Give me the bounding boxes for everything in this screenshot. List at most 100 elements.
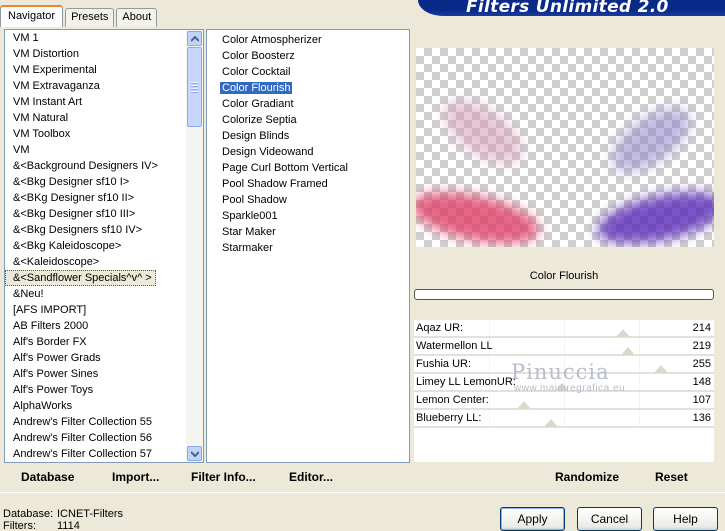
category-item[interactable]: &Neu! — [5, 286, 186, 302]
category-item[interactable]: Alf's Power Toys — [5, 382, 186, 398]
filter-item[interactable]: Color Cocktail — [207, 64, 409, 80]
category-item[interactable]: &<Bkg Designer sf10 III> — [5, 206, 186, 222]
filter-item-label: Colorize Septia — [222, 114, 297, 126]
editor-button[interactable]: Editor... — [289, 470, 333, 484]
category-item-label: VM — [13, 144, 30, 156]
database-button[interactable]: Database — [21, 470, 74, 484]
category-item[interactable]: Alf's Power Sines — [5, 366, 186, 382]
filter-item[interactable]: Star Maker — [207, 224, 409, 240]
filter-item[interactable]: Design Videowand — [207, 144, 409, 160]
category-item-label: VM Instant Art — [13, 96, 83, 108]
scroll-up-button[interactable] — [187, 31, 202, 46]
category-item-label: Alf's Power Toys — [13, 384, 94, 396]
filter-item[interactable]: Color Atmospherizer — [207, 32, 409, 48]
category-item[interactable]: AlphaWorks — [5, 398, 186, 414]
status-filters: Filters: 1114 — [3, 520, 80, 531]
category-item-label: &<Background Designers IV> — [13, 160, 158, 172]
category-item[interactable]: VM Extravaganza — [5, 78, 186, 94]
category-item[interactable]: VM Toolbox — [5, 126, 186, 142]
filter-item-label: Color Cocktail — [222, 66, 291, 78]
filter-info-button[interactable]: Filter Info... — [191, 470, 256, 484]
category-item[interactable]: AB Filters 2000 — [5, 318, 186, 334]
category-item[interactable]: Andrew's Filter Collection 57 — [5, 446, 186, 462]
category-item-label: AlphaWorks — [13, 400, 73, 412]
category-item[interactable]: Alf's Border FX — [5, 334, 186, 350]
category-item[interactable]: &<Background Designers IV> — [5, 158, 186, 174]
slider-row[interactable]: Blueberry LL: 136 — [414, 410, 714, 428]
category-item[interactable]: VM 1 — [5, 30, 186, 46]
randomize-button[interactable]: Randomize — [555, 470, 619, 484]
category-item[interactable]: Alf's Power Grads — [5, 350, 186, 366]
chevron-down-icon — [191, 451, 199, 457]
category-item-label: VM Distortion — [13, 48, 80, 60]
category-item[interactable]: &<Sandflower Specials^v^ > — [5, 270, 186, 286]
filter-item[interactable]: Pool Shadow — [207, 192, 409, 208]
scroll-thumb[interactable] — [187, 47, 202, 127]
slider-row[interactable]: Aqaz UR: 214 — [414, 320, 714, 338]
slider-track[interactable] — [414, 426, 714, 428]
category-item[interactable]: VM Natural — [5, 110, 186, 126]
slider-thumb[interactable] — [616, 329, 630, 337]
category-item[interactable]: &<Kaleidoscope> — [5, 254, 186, 270]
tab-presets[interactable]: Presets — [65, 8, 115, 27]
category-item[interactable]: VM Distortion — [5, 46, 186, 62]
tab-about[interactable]: About — [116, 8, 158, 27]
filter-item[interactable]: Color Boosterz — [207, 48, 409, 64]
slider-value: 214 — [692, 322, 711, 334]
slider-value: 255 — [692, 358, 711, 370]
reset-button[interactable]: Reset — [655, 470, 688, 484]
tab-navigator[interactable]: Navigator — [0, 5, 64, 27]
filter-item[interactable]: Starmaker — [207, 240, 409, 256]
category-item[interactable]: &<BKg Designer sf10 II> — [5, 190, 186, 206]
filter-item[interactable]: Color Gradiant — [207, 96, 409, 112]
category-item[interactable]: &<Bkg Designer sf10 I> — [5, 174, 186, 190]
filter-item[interactable]: Pool Shadow Framed — [207, 176, 409, 192]
category-item-label: VM Toolbox — [13, 128, 71, 140]
slider-label: Limey LL LemonUR: — [416, 376, 516, 388]
slider-label: Fushia UR: — [416, 358, 472, 370]
slider-thumb[interactable] — [544, 419, 558, 427]
watermark-name: Pinuccia — [511, 360, 610, 384]
watermark-site: www.maidiregrafica.eu — [514, 383, 626, 394]
category-item-label: Alf's Power Grads — [13, 352, 101, 364]
slider-value: 136 — [692, 412, 711, 424]
filter-item[interactable]: Sparkle001 — [207, 208, 409, 224]
category-item-label: Alf's Power Sines — [13, 368, 99, 380]
category-item-label: Alf's Border FX — [13, 336, 87, 348]
filter-item[interactable]: Design Blinds — [207, 128, 409, 144]
category-item-label: &<Bkg Designer sf10 III> — [13, 208, 136, 220]
category-item[interactable]: Andrew's Filter Collection 55 — [5, 414, 186, 430]
filter-preview — [416, 48, 714, 247]
category-scrollbar[interactable] — [186, 30, 203, 462]
category-item-label: Andrew's Filter Collection 55 — [13, 416, 153, 428]
scroll-down-button[interactable] — [187, 446, 202, 461]
category-item[interactable]: VM Experimental — [5, 62, 186, 78]
import-button[interactable]: Import... — [112, 470, 159, 484]
slider-thumb[interactable] — [654, 365, 668, 373]
category-item[interactable]: VM — [5, 142, 186, 158]
help-button[interactable]: Help — [653, 507, 718, 531]
category-item[interactable]: &<Bkg Designers sf10 IV> — [5, 222, 186, 238]
filter-item[interactable]: Colorize Septia — [207, 112, 409, 128]
cancel-button[interactable]: Cancel — [577, 507, 642, 531]
slider-row[interactable]: Lemon Center: 107 — [414, 392, 714, 410]
slider-row[interactable]: Watermellon LL 219 — [414, 338, 714, 356]
filter-item-label: Design Blinds — [222, 130, 290, 142]
tab-bar: Navigator Presets About — [0, 5, 159, 27]
filter-list-panel: Color Atmospherizer Color Boosterz Color C… — [206, 29, 410, 463]
category-item[interactable]: Andrew's Filter Collection 56 — [5, 430, 186, 446]
slider-thumb[interactable] — [621, 347, 635, 355]
category-item-label: &<Bkg Designers sf10 IV> — [13, 224, 143, 236]
status-database-value: ICNET-Filters — [57, 508, 123, 520]
filter-item[interactable]: Page Curl Bottom Vertical — [207, 160, 409, 176]
category-item[interactable]: VM Instant Art — [5, 94, 186, 110]
category-list[interactable]: VM 1 VM Distortion VM Experimental VM Extra… — [5, 30, 186, 462]
category-item[interactable]: [AFS IMPORT] — [5, 302, 186, 318]
status-database: Database: ICNET-Filters — [3, 508, 123, 520]
filter-item-label: Design Videowand — [222, 146, 314, 158]
filter-item[interactable]: Color Flourish — [207, 80, 409, 96]
apply-button[interactable]: Apply — [500, 507, 565, 531]
slider-thumb[interactable] — [517, 401, 531, 409]
category-item[interactable]: &<Bkg Kaleidoscope> — [5, 238, 186, 254]
filter-list[interactable]: Color Atmospherizer Color Boosterz Color C… — [207, 30, 409, 256]
